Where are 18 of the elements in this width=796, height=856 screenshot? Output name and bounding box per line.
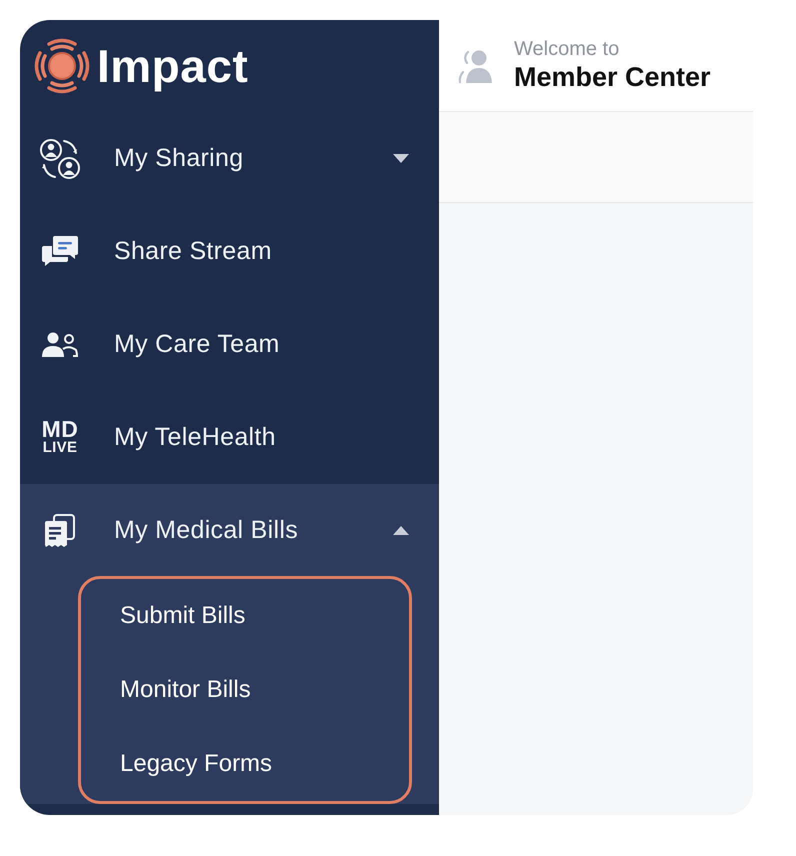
submenu-item[interactable]: Submit Bills [81, 579, 409, 653]
telehealth-logo: MD LIVE [42, 419, 78, 456]
submenu-item[interactable]: Monitor Bills [81, 653, 409, 727]
nav-item[interactable]: My Care Team [20, 298, 439, 391]
user-icon [457, 48, 495, 84]
people-exchange-icon [38, 138, 82, 180]
welcome-text: Welcome to [514, 37, 620, 62]
nav-item[interactable]: My Medical Bills [20, 484, 439, 577]
nav-item[interactable]: My Sharing [20, 112, 439, 205]
documents-icon [45, 514, 75, 548]
chat-bubbles-icon [42, 236, 78, 267]
submenu-item[interactable]: Legacy Forms [81, 727, 409, 801]
logo-icon [32, 36, 92, 96]
people-icon [42, 332, 78, 357]
page-title: Member Center [514, 61, 711, 94]
nav-item[interactable]: Share Stream [20, 205, 439, 298]
nav-item[interactable]: MD LIVE My TeleHealth [20, 391, 439, 484]
brand-name: Impact [97, 43, 248, 89]
